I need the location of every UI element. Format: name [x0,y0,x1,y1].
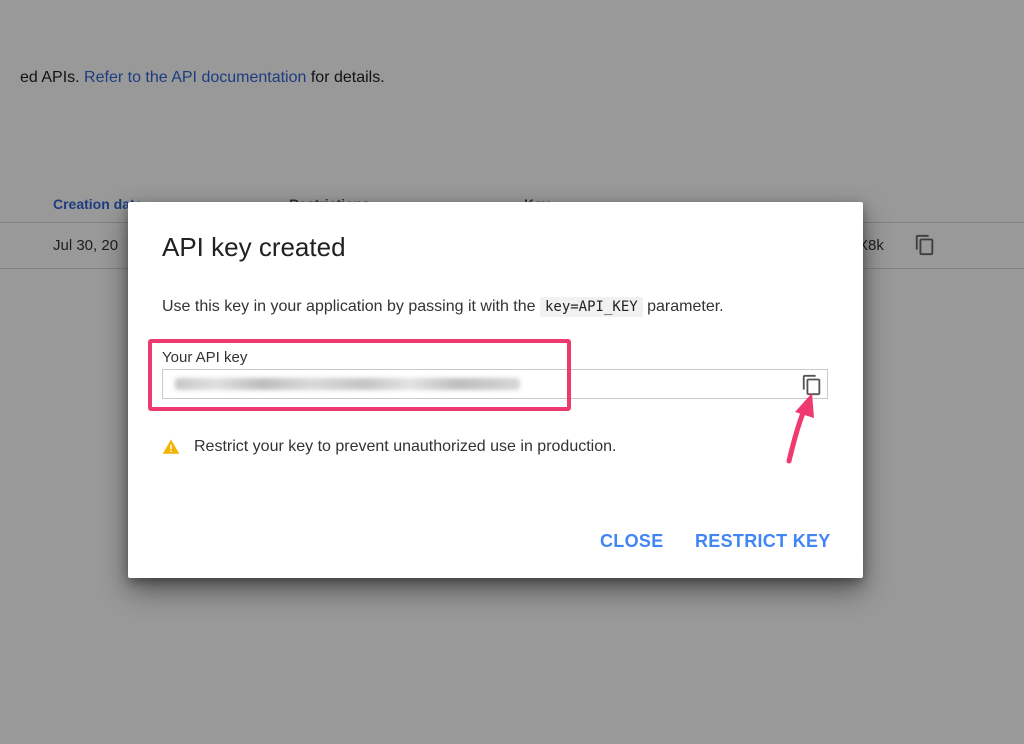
copy-icon[interactable] [801,374,823,396]
dialog-title: API key created [162,232,346,262]
close-button[interactable]: CLOSE [600,531,664,552]
restrict-key-button[interactable]: RESTRICT KEY [695,531,831,552]
warning-text: Restrict your key to prevent unauthorize… [194,438,617,455]
highlight-annotation-box [148,339,571,411]
api-key-dialog: API key created Use this key in your app… [128,202,863,578]
param-code: key=API_KEY [539,297,643,317]
dialog-description: Use this key in your application by pass… [162,297,724,317]
warning-icon [162,439,180,454]
